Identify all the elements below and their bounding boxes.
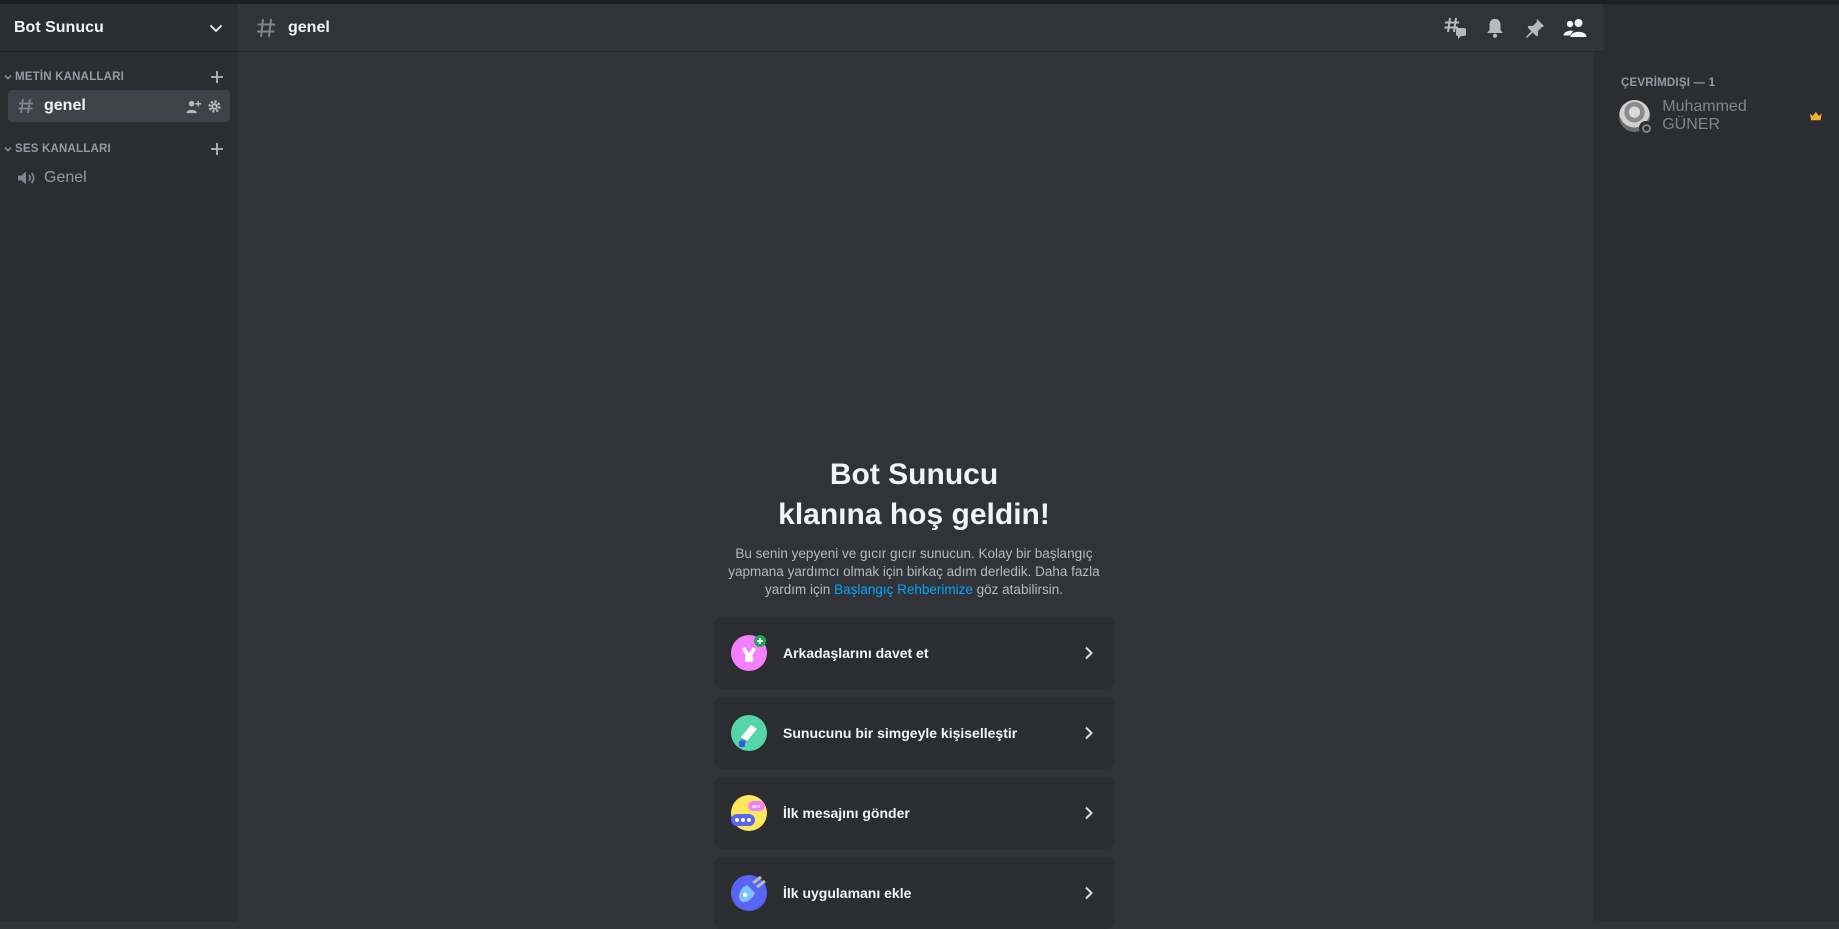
channel-item-voice-genel[interactable]: Genel [8, 162, 230, 194]
text-channel-hash-icon [257, 18, 275, 37]
channel-name: genel [44, 97, 86, 114]
chevron-right-icon [1085, 646, 1093, 660]
create-channel-plus-icon[interactable] [210, 142, 224, 156]
welcome-section: Bot Sunucu klanına hoş geldin! Bu senin … [714, 455, 1114, 929]
customize-server-icon-card[interactable]: Sunucunu bir simgeyle kişiselleştir [714, 697, 1114, 769]
create-channel-plus-icon[interactable] [210, 70, 224, 84]
speaker-icon [18, 171, 35, 185]
welcome-description: Bu senin yepyeni ve gıcır gıcır sunucun.… [714, 545, 1114, 599]
member-item[interactable]: Muhammed GÜNER [1611, 95, 1831, 137]
member-group-header: ÇEVRİMDIŞI — 1 [1621, 77, 1716, 89]
chevron-right-icon [1085, 886, 1093, 900]
add-first-app-card[interactable]: İlk uygulamanı ekle [714, 857, 1114, 929]
crown-icon [1810, 111, 1823, 121]
welcome-title-server: Bot Sunucu [829, 458, 999, 491]
add-app-icon [731, 875, 767, 911]
member-name: Muhammed GÜNER [1662, 98, 1823, 134]
first-message-icon [731, 795, 767, 831]
category-label: SES KANALLARI [15, 143, 111, 155]
chevron-down-icon [4, 147, 12, 152]
card-label: İlk mesajını gönder [783, 805, 910, 821]
member-list: ÇEVRİMDIŞI — 1 Muhammed GÜNER [1603, 4, 1839, 922]
description-text-end: göz atabilirsin. [972, 582, 1063, 597]
member-list-icon[interactable] [1563, 16, 1587, 40]
chevron-down-icon [210, 24, 222, 32]
invite-friends-icon [731, 635, 767, 671]
onboarding-cards: Arkadaşlarını davet et Sunucunu bir simg… [714, 617, 1114, 929]
category-voice-channels[interactable]: SES KANALLARI [0, 138, 238, 160]
category-text-channels[interactable]: METİN KANALLARI [0, 66, 238, 88]
chat-header: genel [238, 4, 1603, 52]
channel-title: genel [288, 18, 330, 36]
channel-name: Genel [44, 169, 87, 186]
channel-item-genel[interactable]: genel [8, 90, 230, 122]
scrollbar[interactable] [1593, 52, 1603, 922]
channel-sidebar: Bot Sunucu METİN KANALLARI genel SES KAN… [0, 4, 238, 922]
category-label: METİN KANALLARI [15, 71, 125, 83]
card-label: Arkadaşlarını davet et [783, 645, 929, 661]
chevron-right-icon [1085, 726, 1093, 740]
starter-guide-link[interactable]: Başlangıç Rehberimize [834, 582, 973, 597]
chat-area: genel Ara Bot Sunucu klanına hoş geldin!… [238, 4, 1826, 929]
chevron-down-icon [4, 75, 12, 80]
bell-icon[interactable] [1483, 16, 1507, 40]
threads-icon[interactable] [1443, 16, 1467, 40]
avatar [1619, 100, 1654, 135]
chevron-right-icon [1085, 806, 1093, 820]
server-icon-upload-icon [731, 715, 767, 751]
card-label: İlk uygulamanı ekle [783, 885, 912, 901]
text-channel-hash-icon [18, 98, 33, 114]
send-first-message-card[interactable]: İlk mesajını gönder [714, 777, 1114, 849]
invite-user-icon[interactable] [186, 99, 201, 114]
server-name: Bot Sunucu [14, 18, 104, 36]
member-name-text: Muhammed GÜNER [1662, 98, 1747, 133]
gear-icon[interactable] [207, 99, 222, 114]
welcome-title-greeting: klanına hoş geldin! [778, 498, 1050, 531]
pin-icon[interactable] [1523, 16, 1547, 40]
offline-status-icon [1639, 121, 1654, 135]
welcome-title: Bot Sunucu klanına hoş geldin! [714, 455, 1114, 535]
invite-friends-card[interactable]: Arkadaşlarını davet et [714, 617, 1114, 689]
server-header[interactable]: Bot Sunucu [0, 4, 238, 52]
card-label: Sunucunu bir simgeyle kişiselleştir [783, 725, 1018, 741]
